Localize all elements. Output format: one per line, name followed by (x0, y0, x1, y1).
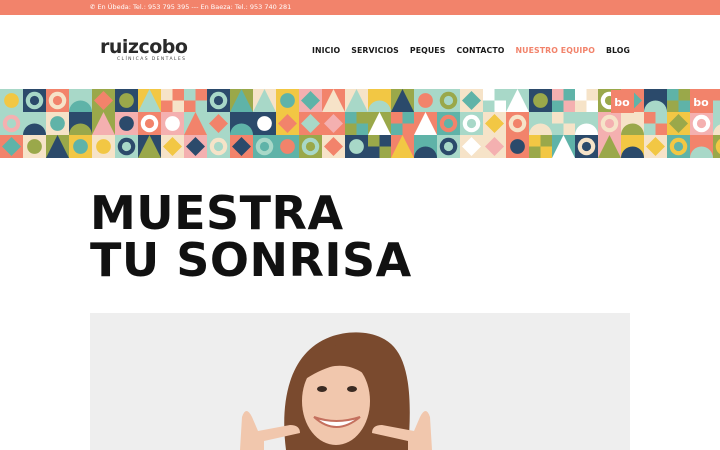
pattern-ring-hole (29, 95, 40, 106)
pattern-check (586, 100, 598, 112)
pattern-circle (4, 93, 19, 108)
pattern-check (529, 135, 541, 147)
pattern-ring-hole (213, 95, 224, 106)
pattern-check (655, 123, 667, 135)
pattern-ring-hole (6, 118, 17, 129)
pattern-circle (73, 139, 88, 154)
nav-item-nuestro-equipo[interactable]: NUESTRO EQUIPO (516, 46, 595, 55)
top-contact-bar: ✆ En Úbeda: Tel.: 953 795 395 --- En Baez… (0, 0, 720, 15)
pattern-check (540, 146, 552, 158)
pattern-check (563, 123, 575, 135)
nav-item-blog[interactable]: BLOG (606, 46, 630, 55)
contact-info: ✆ En Úbeda: Tel.: 953 795 395 --- En Baez… (90, 0, 291, 15)
pattern-check (184, 89, 196, 101)
nav-item-inicio[interactable]: INICIO (312, 46, 340, 55)
hero-heading: MUESTRA TU SONRISA (90, 190, 412, 284)
pattern-circle (257, 116, 272, 131)
hero-line-1: MUESTRA (90, 186, 344, 240)
site-logo[interactable]: ruizcobo CLÍNICAS DENTALES (100, 36, 188, 62)
logo-tagline: CLÍNICAS DENTALES (117, 57, 187, 62)
pattern-ring-hole (305, 141, 316, 152)
pattern-ring-hole (121, 141, 132, 152)
pattern-check (368, 135, 380, 147)
pattern-circle (96, 139, 111, 154)
pattern-check (713, 89, 720, 101)
pattern-svg: bo bo (0, 89, 720, 158)
pattern-ring-hole (52, 95, 63, 106)
pattern-check (494, 100, 506, 112)
pattern-check (483, 89, 495, 101)
pattern-circle (280, 93, 295, 108)
pattern-circle (27, 139, 42, 154)
pattern-circle (418, 93, 433, 108)
pattern-ring-hole (581, 141, 592, 152)
pattern-ring-hole (604, 118, 615, 129)
pattern-check (667, 89, 679, 101)
pattern-check (195, 100, 207, 112)
main-nav: INICIO SERVICIOS PEQUES CONTACTO NUESTRO… (312, 46, 630, 55)
pattern-ring-hole (696, 118, 707, 129)
logo-wordmark: ruizcobo (100, 36, 188, 58)
pattern-check (379, 146, 391, 158)
nav-item-peques[interactable]: PEQUES (410, 46, 446, 55)
pattern-ring-hole (443, 141, 454, 152)
pattern-badge-text: bo (693, 96, 709, 109)
pattern-circle (349, 139, 364, 154)
nav-item-contacto[interactable]: CONTACTO (456, 46, 504, 55)
pattern-circle (510, 139, 525, 154)
pattern-ring-hole (144, 118, 155, 129)
pattern-check (402, 123, 414, 135)
phone-icon: ✆ (90, 3, 96, 11)
hero-photo-smiling-girl (90, 313, 630, 450)
pattern-check (391, 112, 403, 124)
pattern-check (644, 112, 656, 124)
pattern-circle (119, 116, 134, 131)
pattern-circle (165, 116, 180, 131)
pattern-check (172, 100, 184, 112)
smiling-girl-illustration (90, 313, 630, 450)
pattern-badge-text: bo (614, 96, 630, 109)
contact-text: En Úbeda: Tel.: 953 795 395 --- En Baeza… (97, 3, 292, 11)
pattern-check (356, 123, 368, 135)
pattern-check (552, 89, 564, 101)
pattern-check (563, 100, 575, 112)
hero-line-2: TU SONRISA (90, 233, 412, 287)
pattern-check (552, 112, 564, 124)
pattern-ring-hole (512, 118, 523, 129)
pattern-circle (280, 139, 295, 154)
pattern-circle (50, 116, 65, 131)
pattern-ring-hole (673, 141, 684, 152)
nav-item-servicios[interactable]: SERVICIOS (351, 46, 399, 55)
pattern-ring-hole (443, 95, 454, 106)
decorative-pattern-banner: bo bo (0, 89, 720, 158)
pattern-check (678, 100, 690, 112)
pattern-check (161, 89, 173, 101)
pattern-check (575, 89, 587, 101)
pattern-ring-hole (466, 118, 477, 129)
pattern-check (345, 112, 357, 124)
pattern-circle (119, 93, 134, 108)
site-header: ruizcobo CLÍNICAS DENTALES INICIO SERVIC… (0, 15, 720, 89)
pattern-circle (533, 93, 548, 108)
pattern-ring-hole (213, 141, 224, 152)
pattern-ring-hole (443, 118, 454, 129)
pattern-ring-hole (259, 141, 270, 152)
